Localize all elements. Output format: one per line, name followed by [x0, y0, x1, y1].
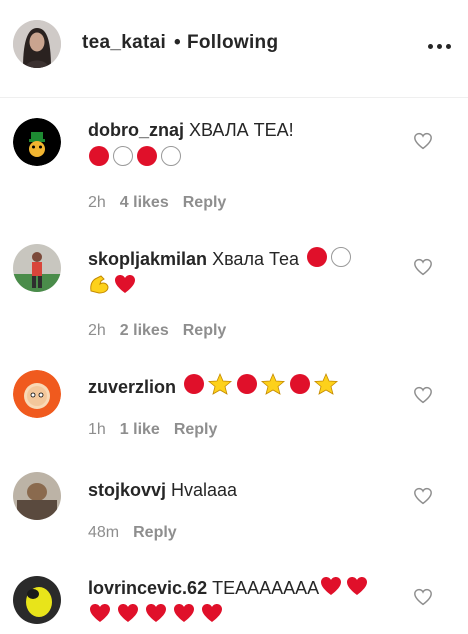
like-heart-icon[interactable] [413, 258, 433, 276]
post-header: tea_katai • Following [0, 0, 468, 98]
comment-body: Hvalaaa [171, 480, 238, 500]
author-username[interactable]: tea_katai • Following [82, 32, 278, 54]
comment-text: lovrincevic.62 TEAAAAAAA [88, 575, 369, 601]
emoji-row [88, 273, 138, 299]
comment-meta: 2h 2 likes Reply [88, 322, 226, 340]
comment-username[interactable]: skopljakmilan [88, 249, 207, 269]
avatar[interactable] [13, 576, 61, 624]
avatar[interactable] [13, 370, 61, 418]
comment-likes[interactable]: 2 likes [120, 322, 169, 339]
hearts-emoji-icon [321, 577, 368, 595]
avatar[interactable] [13, 118, 61, 166]
comment-item: dobro_znaj ХВАЛА ТЕА! 2h 4 likes Reply [0, 98, 468, 226]
like-heart-icon[interactable] [413, 132, 433, 150]
comment-item: lovrincevic.62 TEAAAAAAA [0, 564, 468, 634]
comment-likes[interactable]: 1 like [120, 421, 160, 438]
comment-text: stojkovvj Hvalaaa [88, 477, 237, 503]
reply-button[interactable]: Reply [183, 194, 227, 211]
separator-dot: • [174, 32, 181, 53]
comment-meta: 48m Reply [88, 524, 177, 542]
like-heart-icon[interactable] [413, 386, 433, 404]
reply-button[interactable]: Reply [183, 322, 227, 339]
comment-username[interactable]: dobro_znaj [88, 120, 184, 140]
comment-body: TEAAAAAAA [212, 578, 320, 598]
circles-stars-emoji-icon [184, 372, 339, 395]
comment-time[interactable]: 2h [88, 194, 106, 211]
avatar[interactable] [13, 472, 61, 520]
circles-emoji-icon [306, 247, 351, 267]
avatar[interactable] [13, 244, 61, 292]
comment-time[interactable]: 2h [88, 322, 106, 339]
more-options-icon[interactable] [428, 38, 452, 54]
comment-text: dobro_znaj ХВАЛА ТЕА! [88, 117, 294, 143]
comment-time[interactable]: 1h [88, 421, 106, 438]
emoji-row [88, 602, 228, 628]
like-heart-icon[interactable] [413, 588, 433, 606]
comment-time[interactable]: 48m [88, 524, 119, 541]
comment-item: zuverzlion 1h 1 like Reply [0, 354, 468, 454]
comment-item: stojkovvj Hvalaaa 48m Reply [0, 454, 468, 564]
emoji-row [88, 145, 184, 171]
biceps-heart-emoji-icon [90, 275, 135, 294]
comment-text: zuverzlion [88, 372, 341, 400]
like-heart-icon[interactable] [413, 487, 433, 505]
reply-button[interactable]: Reply [174, 421, 218, 438]
comment-body: ХВАЛА ТЕА! [189, 120, 294, 140]
circles-emoji-icon [89, 146, 181, 166]
comment-username[interactable]: lovrincevic.62 [88, 578, 207, 598]
comment-likes[interactable]: 4 likes [120, 194, 169, 211]
comment-meta: 2h 4 likes Reply [88, 194, 226, 212]
hearts-emoji-icon [90, 604, 222, 622]
comment-body: Хвала Теа [212, 249, 299, 269]
reply-button[interactable]: Reply [133, 524, 177, 541]
comment-text: skopljakmilan Хвала Теа [88, 246, 354, 272]
author-avatar[interactable] [13, 20, 61, 68]
comment-item: skopljakmilan Хвала Теа 2h 2 likes Reply [0, 226, 468, 354]
comment-username[interactable]: zuverzlion [88, 377, 176, 397]
follow-status[interactable]: Following [187, 32, 278, 53]
comment-username[interactable]: stojkovvj [88, 480, 166, 500]
comment-meta: 1h 1 like Reply [88, 421, 217, 439]
